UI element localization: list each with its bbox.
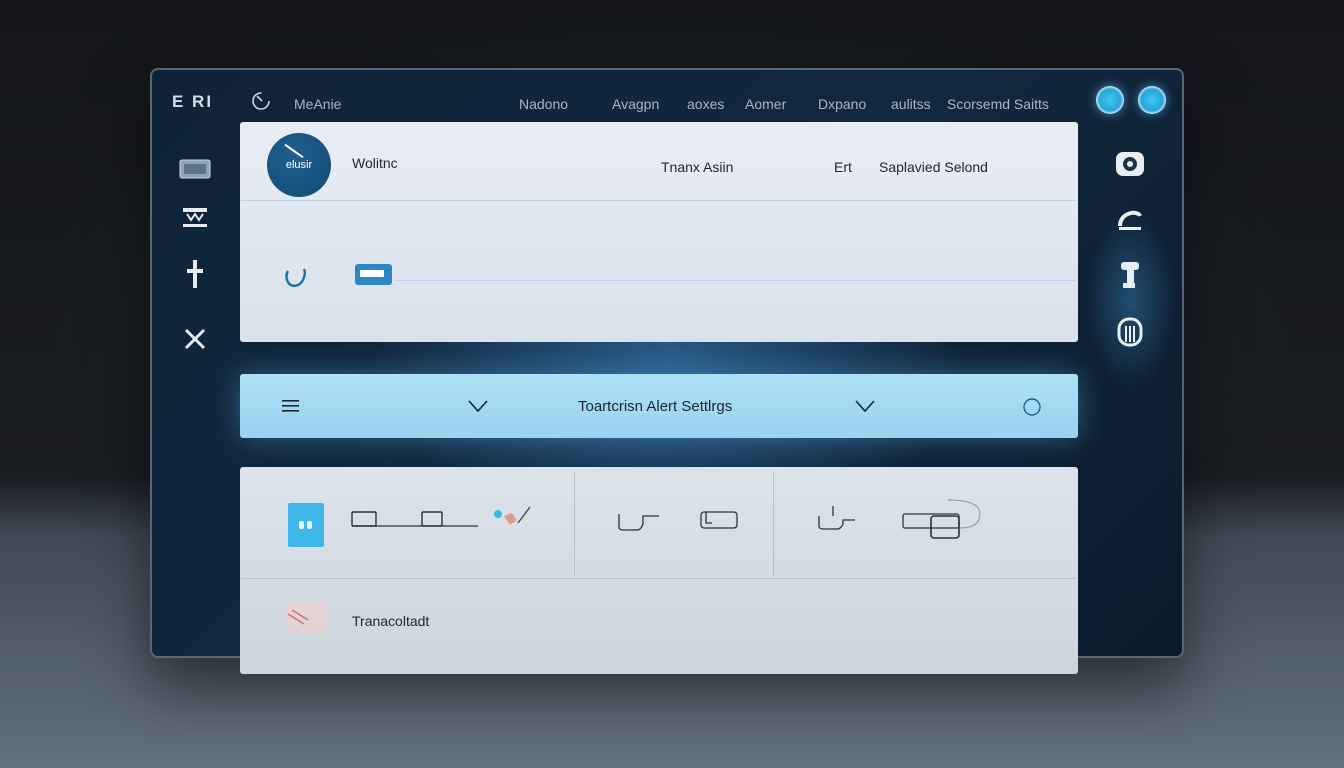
toggle-switch[interactable] xyxy=(354,261,394,287)
toggle-outline-1[interactable] xyxy=(617,510,661,532)
chat-icon[interactable] xyxy=(287,502,325,548)
alert-settings-title: Toartcrisn Alert Settlrgs xyxy=(578,398,733,415)
back-icon[interactable] xyxy=(250,90,272,112)
camera-icon[interactable] xyxy=(1112,146,1148,182)
nav-item-6[interactable]: aulitss xyxy=(891,96,931,112)
link-icon[interactable] xyxy=(282,265,312,293)
nav-item-3[interactable]: aoxes xyxy=(687,96,724,112)
info-icon[interactable] xyxy=(1022,397,1042,417)
column-header-2: Ert xyxy=(834,159,852,175)
status-orb-button[interactable] xyxy=(1096,86,1124,114)
toggle-outline-2[interactable] xyxy=(698,507,740,531)
app-logo: E RI xyxy=(172,92,214,111)
sidebar-glow xyxy=(1086,210,1176,390)
nav-item-1[interactable]: Nadono xyxy=(519,96,568,112)
tag-icon[interactable] xyxy=(490,505,532,531)
range-slider[interactable] xyxy=(350,508,480,530)
transaction-row-label: Tranacoltadt xyxy=(352,613,430,629)
nav-item-5[interactable]: Dxpano xyxy=(818,96,866,112)
row-divider xyxy=(241,578,1077,579)
column-header-1: Tnanx Asiin xyxy=(661,159,734,175)
wave-icon[interactable] xyxy=(1112,200,1148,236)
archive-icon[interactable] xyxy=(1112,314,1148,350)
receipt-icon[interactable] xyxy=(284,600,328,634)
list-icon[interactable] xyxy=(178,202,212,232)
column-divider-1 xyxy=(574,472,575,576)
profile-orb-button[interactable] xyxy=(1138,86,1166,114)
pin-icon[interactable] xyxy=(1112,257,1148,293)
card-icon[interactable] xyxy=(178,154,212,184)
chevron-down-icon[interactable] xyxy=(467,398,489,414)
nav-item-settings[interactable]: Scorsemd Saitts xyxy=(947,96,1049,112)
plus-icon[interactable] xyxy=(178,259,212,289)
avatar-badge-text: elusir xyxy=(285,159,313,171)
slider-track[interactable] xyxy=(394,280,1076,281)
menu-icon[interactable] xyxy=(282,398,300,414)
nav-item-2[interactable]: Avagpn xyxy=(612,96,659,112)
chevron-down-icon-2[interactable] xyxy=(854,398,876,414)
close-icon[interactable] xyxy=(178,324,212,354)
nav-item-4[interactable]: Aomer xyxy=(745,96,786,112)
column-header-3: Saplavied Selond xyxy=(879,159,988,175)
panel-divider xyxy=(241,200,1077,201)
toggle-outline-3[interactable] xyxy=(815,502,857,532)
toggle-outline-4[interactable] xyxy=(900,498,984,542)
panel-title: Wolitnc xyxy=(352,155,398,171)
column-divider-2 xyxy=(773,472,774,576)
avatar-badge[interactable]: elusir xyxy=(267,133,331,197)
app-name: MeAnie xyxy=(294,96,342,112)
